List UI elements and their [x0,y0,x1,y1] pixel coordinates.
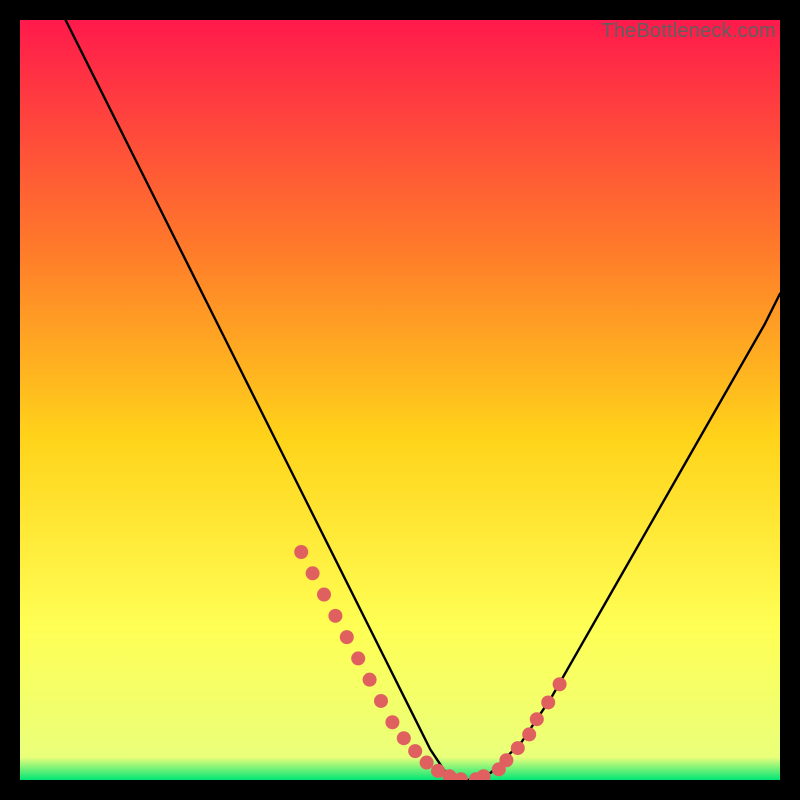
gradient-background [20,20,780,780]
chart-frame: TheBottleneck.com [20,20,780,780]
fit-marker [397,731,411,745]
fit-marker [420,756,434,770]
fit-marker [340,630,354,644]
fit-marker [294,545,308,559]
watermark-text: TheBottleneck.com [601,20,776,43]
bottleneck-chart [20,20,780,780]
fit-marker [328,609,342,623]
fit-marker [522,727,536,741]
fit-marker [541,695,555,709]
fit-marker [408,744,422,758]
fit-marker [317,588,331,602]
fit-marker [351,651,365,665]
fit-marker [511,741,525,755]
fit-marker [385,715,399,729]
fit-marker [374,694,388,708]
fit-marker [553,677,567,691]
fit-marker [363,673,377,687]
fit-marker [530,712,544,726]
fit-marker [306,566,320,580]
fit-marker [499,753,513,767]
